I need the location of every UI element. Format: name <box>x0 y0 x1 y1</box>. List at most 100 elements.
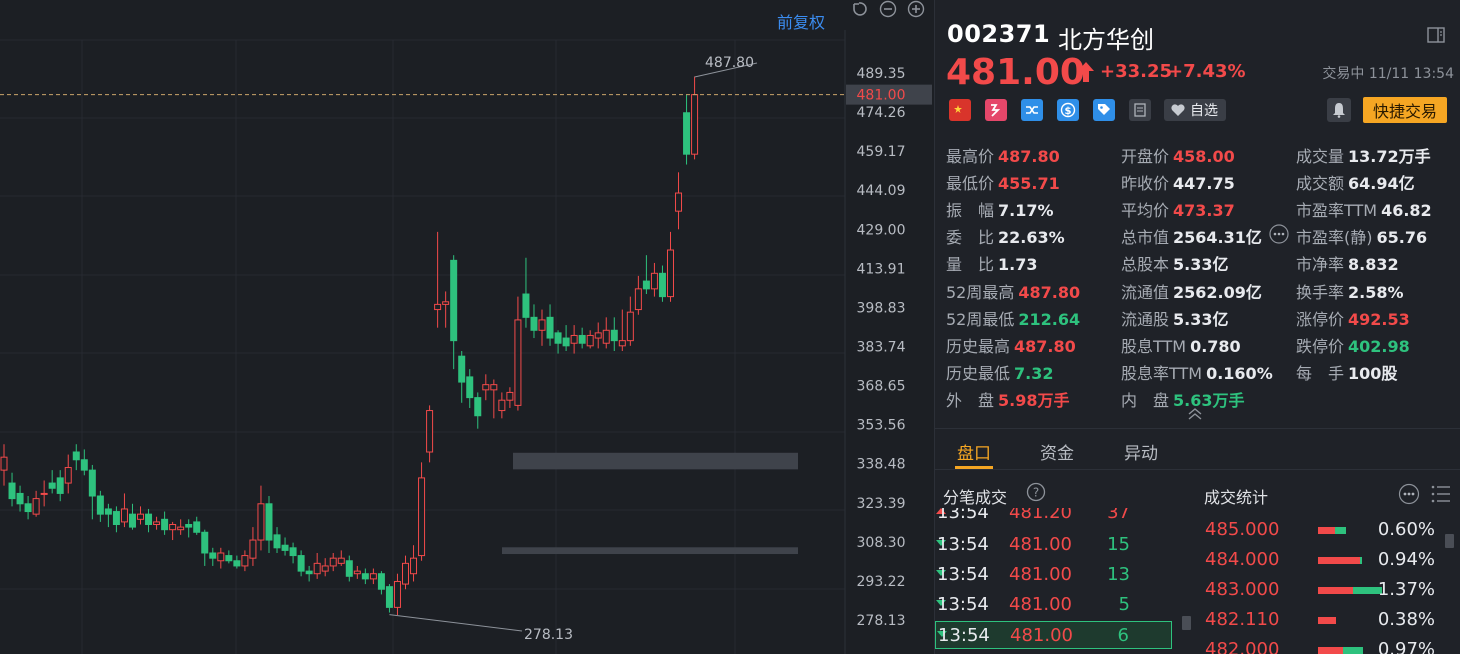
kline-chart[interactable]: 489.35 474.26 459.17 444.09 429.00 413.91 398.… <box>0 0 934 654</box>
candle[interactable] <box>578 327 586 349</box>
candle[interactable] <box>666 231 674 302</box>
candle[interactable] <box>683 94 691 165</box>
candle[interactable] <box>249 527 257 566</box>
candle[interactable] <box>201 529 209 566</box>
candle[interactable] <box>241 550 249 572</box>
candle[interactable] <box>490 379 498 419</box>
adjust-mode-button[interactable]: 前复权 <box>777 9 825 33</box>
candle[interactable] <box>675 172 683 230</box>
candle[interactable] <box>313 552 321 579</box>
candle[interactable] <box>426 405 434 463</box>
candle[interactable] <box>337 550 345 566</box>
news-icon[interactable] <box>1129 99 1151 121</box>
candle[interactable] <box>345 555 353 582</box>
candle[interactable] <box>209 547 217 566</box>
candle[interactable] <box>474 392 482 429</box>
candle[interactable] <box>0 444 8 486</box>
candle[interactable] <box>538 309 546 346</box>
candle[interactable] <box>169 521 177 541</box>
candle[interactable] <box>410 545 418 582</box>
zoom-out-icon[interactable] <box>879 0 897 18</box>
volume-stat-row[interactable]: 482.110 0.38% <box>1197 605 1447 635</box>
candle[interactable] <box>466 369 474 408</box>
panel-toggle-icon[interactable] <box>1427 27 1445 43</box>
candle[interactable] <box>64 454 72 494</box>
zoom-in-icon[interactable] <box>907 0 925 18</box>
volume-stat-row[interactable]: 484.000 0.94% <box>1197 545 1447 575</box>
candle[interactable] <box>634 275 642 315</box>
candle[interactable] <box>514 296 522 411</box>
candle[interactable] <box>128 503 136 530</box>
candle[interactable] <box>594 322 602 349</box>
tag-icon[interactable] <box>1093 99 1115 121</box>
stats-more-icon[interactable] <box>1398 483 1420 505</box>
candle[interactable] <box>570 325 578 354</box>
candle[interactable] <box>369 568 377 585</box>
kline-chart-panel[interactable]: 489.35 474.26 459.17 444.09 429.00 413.91 398.… <box>0 0 934 654</box>
candle[interactable] <box>137 506 145 525</box>
candle[interactable] <box>442 291 450 328</box>
tab-order-book[interactable]: 盘口 <box>957 439 991 464</box>
candle[interactable] <box>233 555 241 569</box>
candle[interactable] <box>650 262 658 297</box>
tab-movements[interactable]: 异动 <box>1124 439 1158 464</box>
candle[interactable] <box>658 265 666 302</box>
candle[interactable] <box>361 568 369 585</box>
trade-row[interactable]: 13:54 481.00 15 <box>935 531 1172 559</box>
candle[interactable] <box>329 552 337 572</box>
candle[interactable] <box>434 231 442 328</box>
candle[interactable] <box>506 387 514 408</box>
candle[interactable] <box>153 516 161 530</box>
candle[interactable] <box>482 374 490 401</box>
candle[interactable] <box>618 309 626 351</box>
candle[interactable] <box>273 527 281 553</box>
candle[interactable] <box>530 304 538 339</box>
candle[interactable] <box>393 573 401 616</box>
candle[interactable] <box>297 550 305 577</box>
candle[interactable] <box>498 392 506 419</box>
candle[interactable] <box>305 565 313 582</box>
candle[interactable] <box>8 472 16 507</box>
candle[interactable] <box>626 296 634 346</box>
quick-trade-button[interactable]: 快捷交易 <box>1363 97 1447 123</box>
candle[interactable] <box>48 470 56 494</box>
volume-stat-row[interactable]: 482.000 0.97% <box>1197 635 1447 654</box>
candle[interactable] <box>185 519 193 538</box>
candle[interactable] <box>281 537 289 556</box>
candle[interactable] <box>96 490 104 522</box>
alert-button[interactable] <box>1327 98 1351 122</box>
candle[interactable] <box>24 496 32 520</box>
candle[interactable] <box>321 558 329 577</box>
candle[interactable] <box>16 485 24 512</box>
candle[interactable] <box>546 304 554 346</box>
connect-icon[interactable] <box>1021 99 1043 121</box>
list-menu-icon[interactable] <box>1430 484 1452 504</box>
candle[interactable] <box>56 470 64 502</box>
undo-icon[interactable] <box>850 0 868 18</box>
candle[interactable] <box>217 547 225 569</box>
candle[interactable] <box>265 496 273 553</box>
trade-row[interactable]: 13:54 481.20 37 <box>935 508 1172 527</box>
collapse-chevron-icon[interactable] <box>1186 408 1204 420</box>
volume-stat-row[interactable]: 485.000 0.60% <box>1197 515 1447 545</box>
trades-scrollbar[interactable] <box>1182 616 1191 630</box>
candle[interactable] <box>402 555 409 590</box>
dollar-icon[interactable]: $ <box>1057 99 1079 121</box>
candle[interactable] <box>562 325 570 351</box>
tab-capital-flow[interactable]: 资金 <box>1040 439 1074 464</box>
help-icon[interactable]: ? <box>1026 482 1046 502</box>
candle[interactable] <box>72 444 80 471</box>
volume-stat-row[interactable]: 483.000 1.37% <box>1197 575 1447 605</box>
candle[interactable] <box>377 571 385 595</box>
flag-cn-icon[interactable] <box>949 99 971 121</box>
candle[interactable] <box>289 542 297 564</box>
margin-icon[interactable] <box>985 99 1007 121</box>
candle[interactable] <box>193 516 201 535</box>
candle[interactable] <box>602 317 610 349</box>
tick-trades-list[interactable]: 13:54 481.20 37 13:54 481.00 15 13:54 481.00 13 1… <box>935 508 1180 654</box>
candle[interactable] <box>120 493 128 528</box>
candle[interactable] <box>385 584 393 613</box>
candle[interactable] <box>418 462 426 561</box>
trade-row[interactable]: 13:54 481.00 13 <box>935 561 1172 589</box>
candle[interactable] <box>257 485 265 551</box>
